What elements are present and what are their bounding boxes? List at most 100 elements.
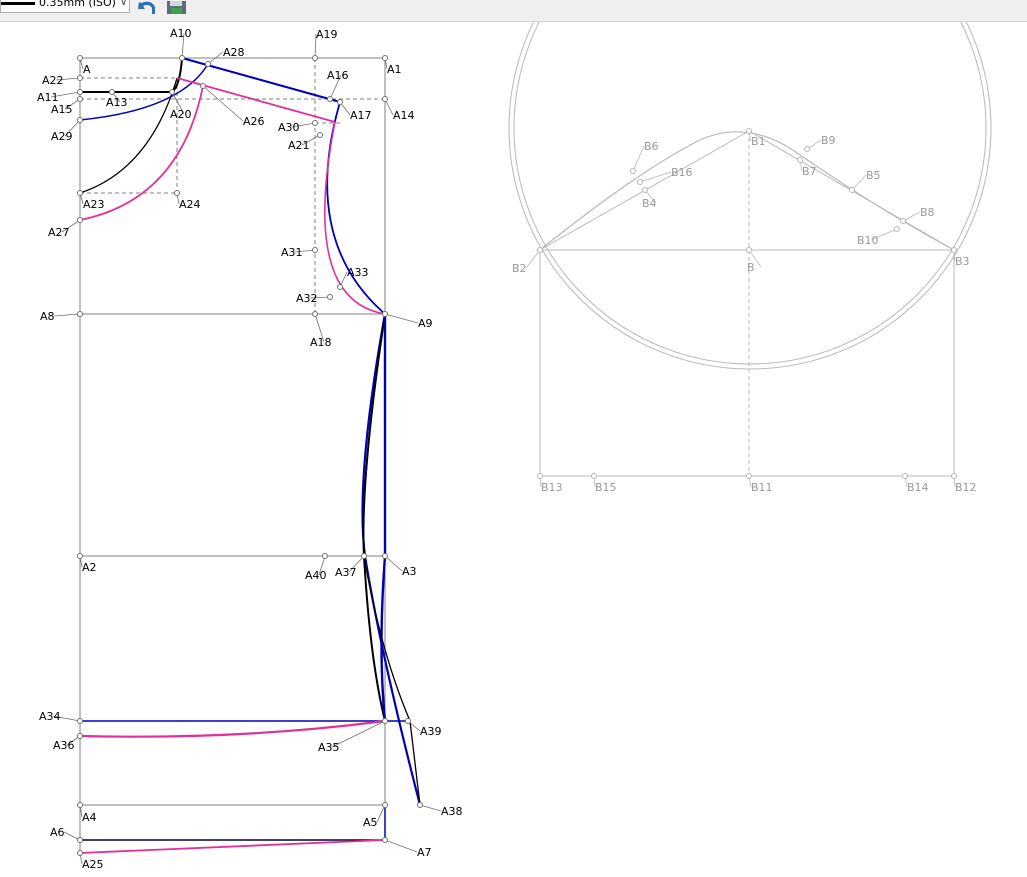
point-marker-a34 (77, 718, 83, 724)
sleeve-point-marker-b16 (637, 179, 643, 185)
point-marker-a9 (382, 311, 388, 317)
sleeve-point-leader-b6 (632, 145, 645, 172)
sleeve-point-label-b10: B10 (857, 234, 879, 247)
point-marker-a31 (312, 247, 318, 253)
point-marker-a30 (312, 120, 318, 126)
point-label-a9: A9 (418, 317, 433, 330)
floppy-disk-icon (167, 1, 186, 14)
sleeve-point-label-b2: B2 (512, 262, 527, 275)
sleeve-point-leader-b5 (851, 174, 867, 191)
point-marker-a4 (77, 802, 83, 808)
point-marker-a13 (109, 89, 115, 95)
point-label-a35: A35 (318, 741, 340, 754)
sleeve-point-marker-b13 (537, 473, 543, 479)
point-marker-a6 (77, 837, 83, 843)
point-marker-a14 (382, 96, 388, 102)
point-marker-a23 (77, 190, 83, 196)
sleeve-point-marker-b14 (902, 473, 908, 479)
point-marker-a26 (200, 83, 206, 89)
sleeve-point-marker-b10 (894, 226, 900, 232)
point-label-a22: A22 (42, 74, 64, 87)
sleeve-point-label-b3: B3 (955, 255, 970, 268)
point-label-a20: A20 (170, 108, 192, 121)
sleeve-point-marker-b15 (591, 473, 597, 479)
point-label-a38: A38 (441, 805, 463, 818)
point-label-a16: A16 (327, 69, 349, 82)
sleeve-point-marker-b4 (642, 187, 648, 193)
sleeve-point-marker-b2 (537, 247, 543, 253)
point-marker-a2 (77, 553, 83, 559)
point-marker-a (77, 55, 83, 61)
sleeve-point-label-b9: B9 (821, 134, 836, 147)
point-marker-a22 (77, 75, 83, 81)
save-button[interactable] (166, 0, 188, 15)
sleeve-point-marker-b6 (630, 168, 636, 174)
sleeve-point-label-b7: B7 (802, 165, 817, 178)
sleeve-point-label-b12: B12 (955, 481, 977, 494)
sleeve-point-marker-b12 (951, 473, 957, 479)
point-marker-a36 (77, 733, 83, 739)
point-label-a33: A33 (347, 266, 369, 279)
sleeve-point-label-b8: B8 (920, 206, 935, 219)
toolbar: 0.35mm (ISO) ∨ (0, 0, 1027, 22)
point-label-a39: A39 (420, 725, 442, 738)
line-weight-label: 0.35mm (ISO) (39, 0, 116, 9)
point-label-a4: A4 (82, 811, 97, 824)
sleeve-point-leader-b2 (525, 249, 541, 269)
point-marker-a32 (327, 294, 333, 300)
sleeve-cap-curve (539, 131, 955, 251)
point-marker-a27 (77, 217, 83, 223)
point-marker-a5 (382, 802, 388, 808)
point-marker-a11 (77, 89, 83, 95)
point-label-a5: A5 (363, 816, 378, 829)
point-label-a17: A17 (350, 109, 372, 122)
point-label-a2: A2 (82, 561, 97, 574)
point-label-a32: A32 (296, 292, 318, 305)
point-label-a18: A18 (310, 336, 332, 349)
point-label-a27: A27 (48, 226, 70, 239)
line-weight-select[interactable]: 0.35mm (ISO) ∨ (0, 0, 130, 13)
sleeve-point-marker-b (746, 247, 752, 253)
point-marker-a20 (169, 89, 175, 95)
point-marker-a39 (405, 718, 411, 724)
point-marker-a37 (361, 553, 367, 559)
point-leader-a8 (53, 313, 81, 317)
point-label-a34: A34 (39, 710, 61, 723)
sleeve-point-marker-b5 (849, 187, 855, 193)
hip-curve-pink (79, 719, 386, 738)
point-marker-a17 (337, 99, 343, 105)
point-label-a3: A3 (402, 565, 417, 578)
drawing-canvas[interactable]: A A1 A2 A3 A4 A5 A6 A7 A8 A9 A10 A11 A13 A14 A15 A16 A17… (0, 0, 1027, 873)
point-marker-a3 (382, 553, 388, 559)
pattern-drawing: A A1A2 A3A4 A5A6A7A8A9A10A11 A13A14A15A16A17… (37, 0, 992, 871)
pattern-pieces (79, 57, 422, 854)
undo-button[interactable] (137, 0, 159, 15)
point-label-a26: A26 (243, 115, 265, 128)
sleeve-point-label-b13: B13 (541, 481, 563, 494)
point-label-a31: A31 (281, 246, 303, 259)
chevron-down-icon: ∨ (120, 0, 127, 8)
line-weight-swatch (1, 2, 35, 5)
point-label-a40: A40 (305, 569, 327, 582)
point-label-a30: A30 (278, 121, 300, 134)
sleeve-point-label-b6: B6 (644, 140, 659, 153)
sleeve-point-label-b16: B16 (671, 166, 693, 179)
sleeve-point-marker-b3 (951, 247, 957, 253)
point-marker-a7 (382, 837, 388, 843)
sleeve-circle-outer (508, 0, 992, 370)
point-label-a29: A29 (51, 130, 73, 143)
sleeve-point-marker-b9 (804, 146, 810, 152)
sleeve-point-leader-b16 (639, 171, 672, 183)
point-marker-a24 (174, 190, 180, 196)
point-label-a: A (83, 63, 91, 76)
point-label-a23: A23 (83, 198, 105, 211)
sleeve-point-marker-b1 (746, 128, 752, 134)
point-label-a13: A13 (106, 96, 128, 109)
point-label-a14: A14 (393, 109, 415, 122)
point-marker-a40 (322, 553, 328, 559)
point-marker-a18 (312, 311, 318, 317)
point-label-a8: A8 (40, 310, 55, 323)
point-marker-a29 (77, 117, 83, 123)
point-marker-a15 (77, 96, 83, 102)
point-marker-a38 (417, 802, 423, 808)
